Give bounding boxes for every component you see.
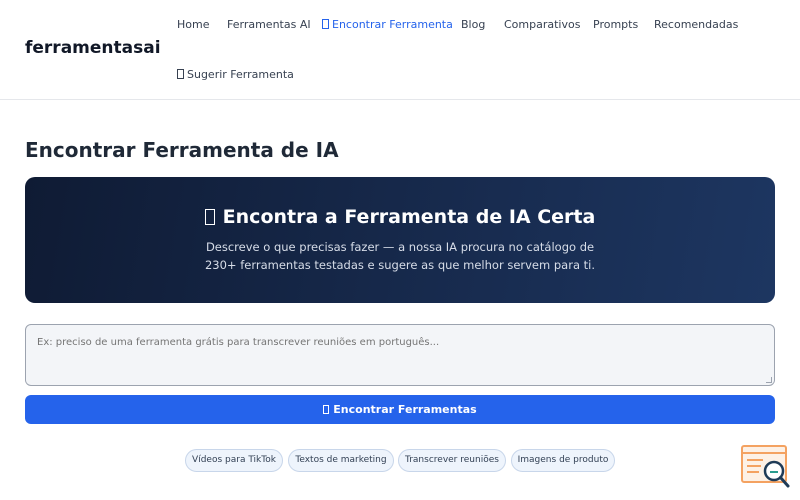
lightbulb-emoji-glyph-icon xyxy=(177,69,184,79)
nav-encontrar-ferramenta[interactable]: Encontrar Ferramenta xyxy=(322,18,453,31)
site-header: ferramentasai Home Ferramentas AI Encont… xyxy=(0,0,800,100)
suggestion-chip-marketing[interactable]: Textos de marketing xyxy=(288,449,394,472)
suggestion-chip-produto[interactable]: Imagens de produto xyxy=(511,449,615,472)
nav-recomendadas[interactable]: Recomendadas xyxy=(654,18,738,31)
magnifier-emoji-glyph-icon xyxy=(323,405,330,414)
textarea-resize-handle[interactable] xyxy=(766,377,772,383)
hero-subtitle-line-2: 230+ ferramentas testadas e sugere as qu… xyxy=(204,258,596,272)
find-tools-button[interactable]: Encontrar Ferramentas xyxy=(25,395,775,424)
find-tools-button-label: Encontrar Ferramentas xyxy=(333,403,477,416)
hero-subtitle-line-1: Descreve o que precisas fazer — a nossa … xyxy=(205,240,595,254)
nav-ferramentas-ai[interactable]: Ferramentas AI xyxy=(227,18,311,31)
nav-encontrar-ferramenta-label: Encontrar Ferramenta xyxy=(332,18,453,31)
nav-comparativos[interactable]: Comparativos xyxy=(504,18,580,31)
nav-home[interactable]: Home xyxy=(177,18,209,31)
hero-title: Encontra a Ferramenta de IA Certa xyxy=(0,206,800,228)
search-input[interactable] xyxy=(25,324,775,386)
magnifier-emoji-glyph-icon xyxy=(322,19,329,29)
target-emoji-glyph-icon xyxy=(204,209,215,225)
nav-prompts[interactable]: Prompts xyxy=(593,18,638,31)
nav-blog[interactable]: Blog xyxy=(461,18,485,31)
search-document-icon[interactable] xyxy=(741,444,791,490)
hero-subtitle: Descreve o que precisas fazer — a nossa … xyxy=(0,238,800,274)
site-logo[interactable]: ferramentasai xyxy=(25,38,161,58)
suggestion-chip-reunioes[interactable]: Transcrever reuniões xyxy=(398,449,506,472)
nav-sugerir-ferramenta[interactable]: Sugerir Ferramenta xyxy=(177,68,294,81)
hero-title-text: Encontra a Ferramenta de IA Certa xyxy=(222,206,596,228)
page-title: Encontrar Ferramenta de IA xyxy=(25,138,339,162)
suggestion-chip-tiktok[interactable]: Vídeos para TikTok xyxy=(185,449,283,472)
nav-sugerir-ferramenta-label: Sugerir Ferramenta xyxy=(187,68,294,81)
